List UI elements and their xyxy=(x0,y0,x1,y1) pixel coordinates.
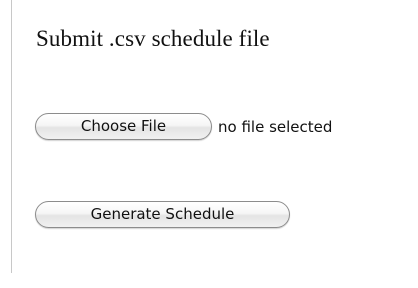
left-divider xyxy=(11,0,12,273)
page: Submit .csv schedule file Choose File no… xyxy=(0,0,418,288)
page-title: Submit .csv schedule file xyxy=(36,26,270,51)
generate-schedule-button[interactable]: Generate Schedule xyxy=(35,201,290,228)
choose-file-button[interactable]: Choose File xyxy=(35,113,212,140)
file-status-text: no file selected xyxy=(218,118,333,136)
